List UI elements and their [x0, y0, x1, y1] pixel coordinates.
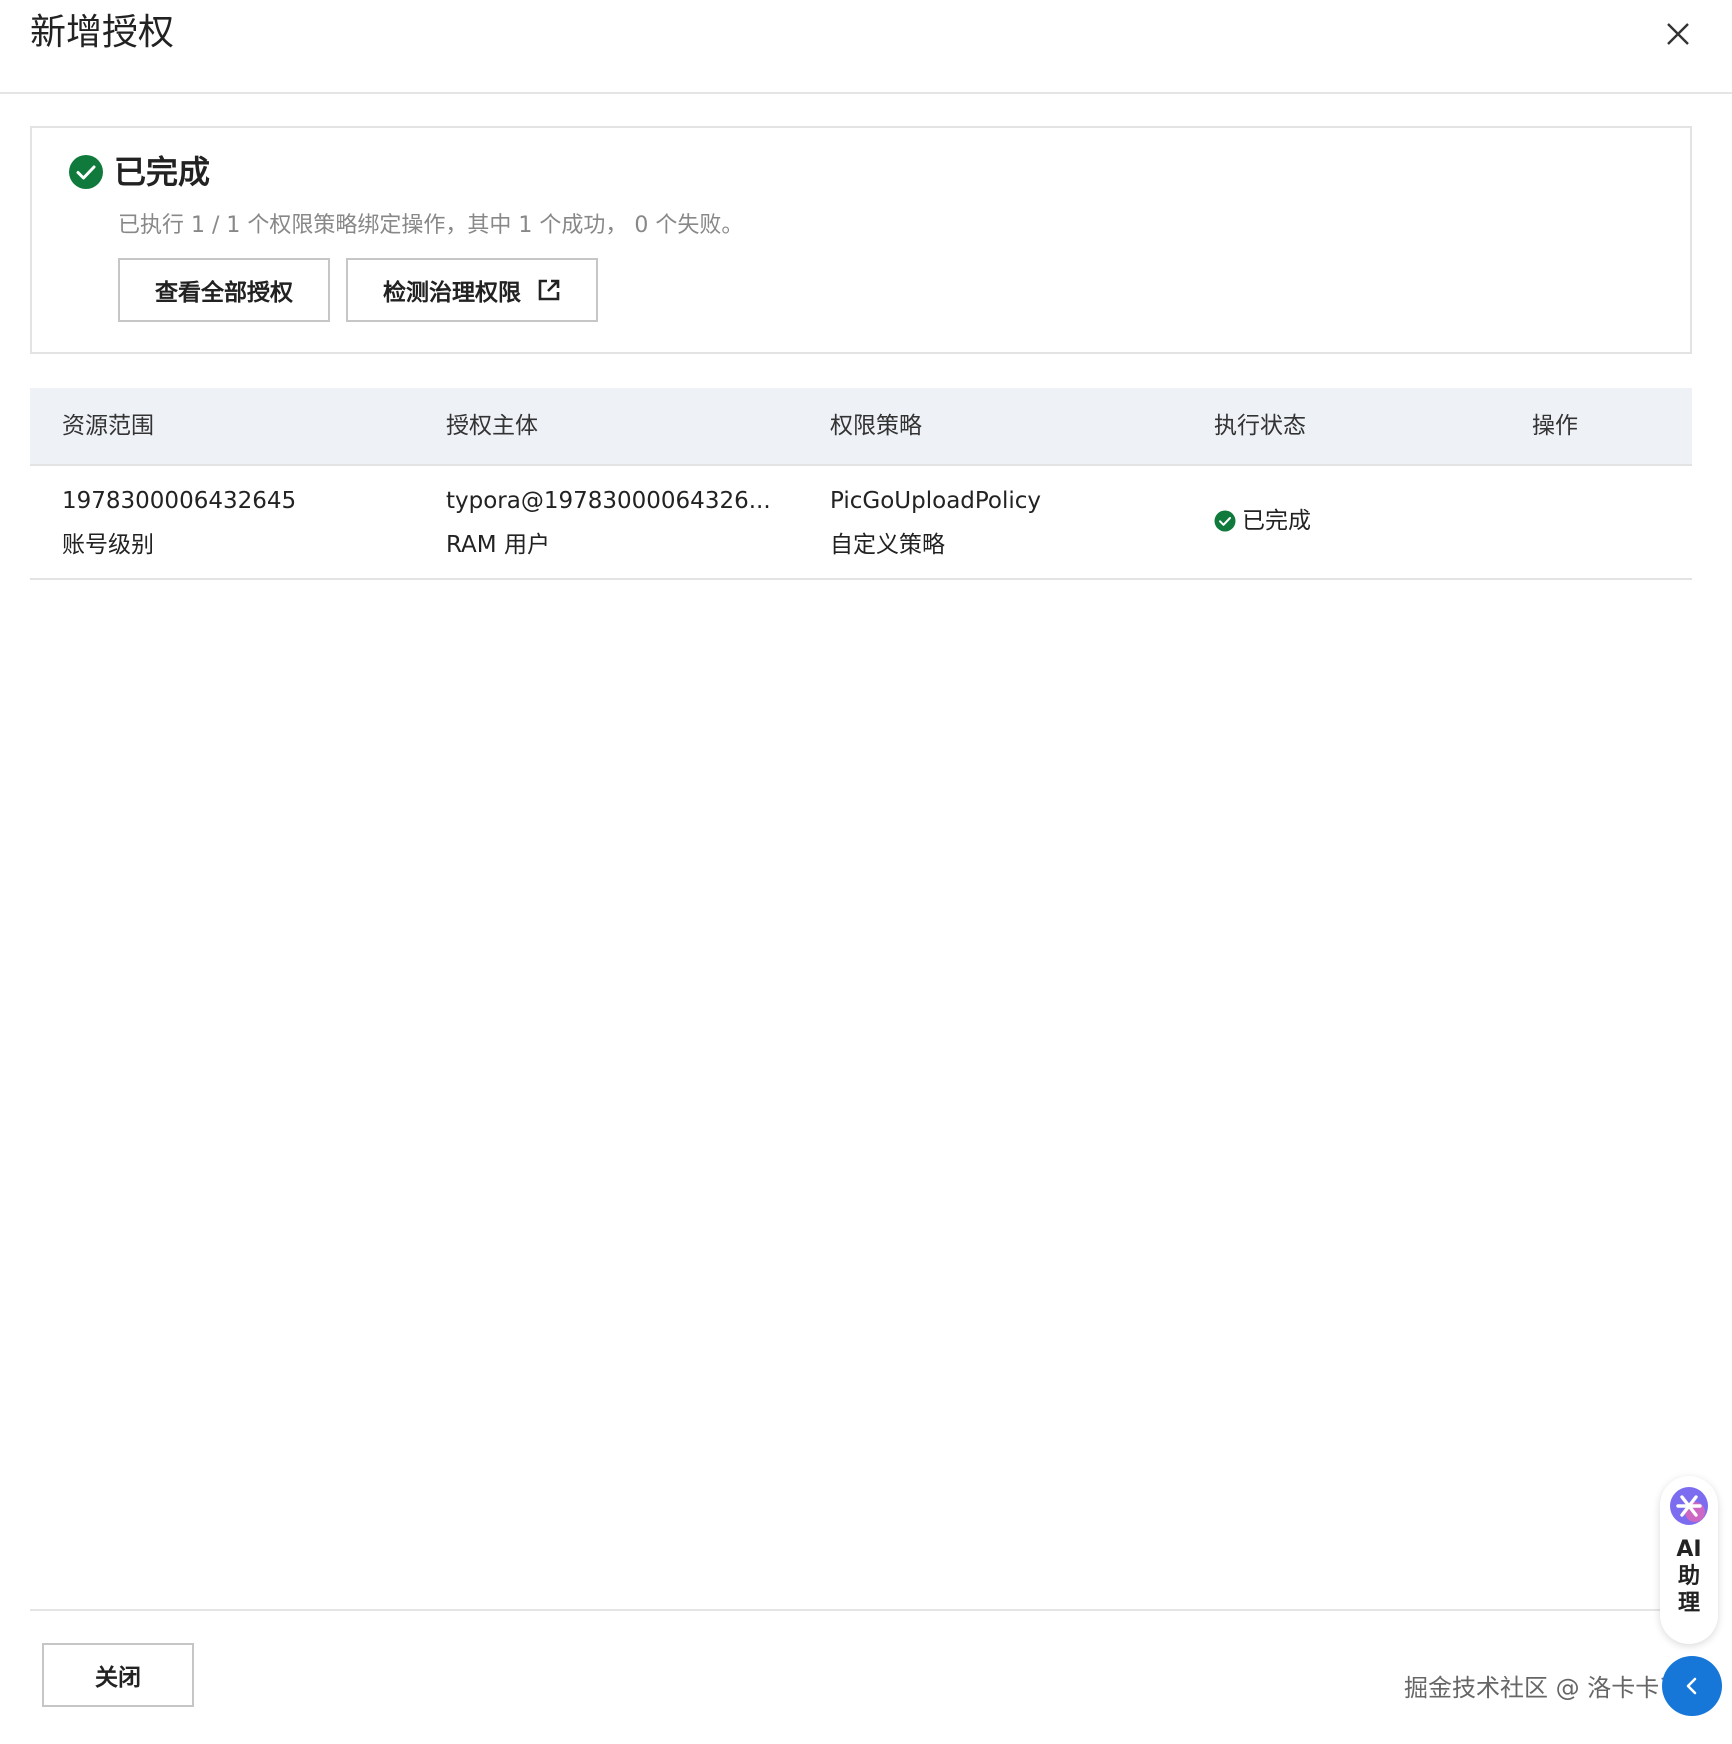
table-header: 资源范围 授权主体 权限策略 执行状态 操作	[30, 388, 1692, 466]
external-link-icon	[538, 279, 560, 301]
column-header-scope: 资源范围	[62, 413, 154, 439]
ai-assistant-widget[interactable]: AI 助 理	[1660, 1476, 1718, 1644]
close-icon[interactable]	[1662, 18, 1694, 50]
footer-divider	[30, 1609, 1692, 1611]
chevron-left-icon	[1686, 1677, 1697, 1695]
authorization-table: 资源范围 授权主体 权限策略 执行状态 操作 1978300006432645 …	[30, 388, 1692, 580]
status-badge: 已完成	[1214, 504, 1311, 538]
policy-value: PicGoUploadPolicy	[830, 488, 1042, 514]
scope-type: 账号级别	[62, 532, 154, 558]
result-panel: 已完成 已执行 1 / 1 个权限策略绑定操作，其中 1 个成功， 0 个失败。…	[30, 126, 1692, 354]
detect-governance-button[interactable]: 检测治理权限	[346, 258, 598, 322]
watermark-text: 掘金技术社区 @ 洛卡卡了	[1404, 1674, 1684, 1702]
status-text: 已完成	[1242, 508, 1311, 534]
close-button[interactable]: 关闭	[42, 1643, 194, 1707]
dialog-title: 新增授权	[30, 12, 175, 53]
collapse-button[interactable]	[1662, 1656, 1722, 1716]
ai-assistant-logo-icon	[1670, 1487, 1708, 1525]
detect-label: 检测治理权限	[383, 280, 521, 306]
scope-value: 1978300006432645	[62, 488, 297, 514]
principal-type: RAM 用户	[446, 532, 550, 558]
result-title: 已完成	[114, 153, 211, 191]
table-row: 1978300006432645 账号级别 typora@19783000064…	[30, 466, 1692, 580]
column-header-status: 执行状态	[1214, 413, 1306, 439]
result-description: 已执行 1 / 1 个权限策略绑定操作，其中 1 个成功， 0 个失败。	[118, 213, 744, 238]
success-check-icon	[69, 155, 103, 189]
status-check-icon	[1214, 510, 1236, 532]
column-header-actions: 操作	[1532, 413, 1578, 439]
dialog-header: 新增授权	[0, 0, 1732, 94]
column-header-principal: 授权主体	[446, 413, 538, 439]
principal-value: typora@19783000064326...	[446, 488, 771, 514]
close-label: 关闭	[95, 1665, 141, 1691]
view-all-authorizations-button[interactable]: 查看全部授权	[118, 258, 330, 322]
view-all-label: 查看全部授权	[155, 280, 293, 306]
policy-type: 自定义策略	[830, 532, 945, 558]
ai-assistant-label: AI 助 理	[1676, 1537, 1702, 1616]
column-header-policy: 权限策略	[830, 413, 922, 439]
